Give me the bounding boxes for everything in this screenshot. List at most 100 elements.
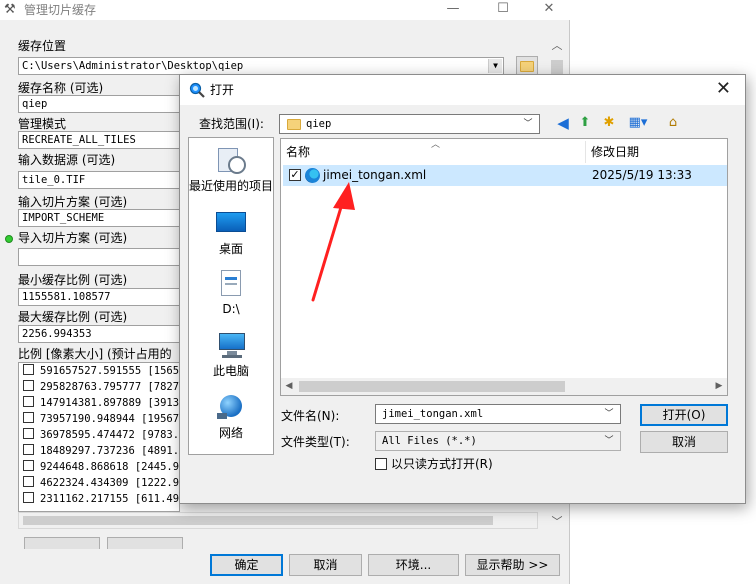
look-in-label: 查找范围(I): bbox=[199, 117, 264, 131]
select-all-button[interactable] bbox=[24, 537, 100, 549]
cache-location-value: C:\Users\Administrator\Desktop\qiep bbox=[22, 60, 244, 72]
chevron-left-icon[interactable]: ◀ bbox=[281, 378, 297, 394]
place-this-pc[interactable]: 此电脑 bbox=[189, 331, 273, 379]
file-checkbox[interactable]: ✓ bbox=[289, 169, 301, 181]
file-hscroll-thumb[interactable] bbox=[299, 381, 565, 392]
place-label: D:\ bbox=[222, 302, 240, 316]
manage-mode-label: 管理模式 bbox=[18, 117, 67, 131]
file-list-horizontal-scrollbar[interactable]: ◀ ▶ bbox=[281, 378, 727, 395]
min-scale-field[interactable]: 1155581.108577 bbox=[18, 288, 183, 306]
table-row[interactable]: ✓ jimei_tongan.xml 2025/5/19 13:33 bbox=[283, 165, 727, 186]
minimize-button[interactable]: — bbox=[436, 0, 470, 20]
cache-name-label: 缓存名称 (可选) bbox=[18, 81, 104, 95]
view-menu-icon[interactable]: ▦▾ bbox=[624, 114, 652, 132]
import-scheme-field[interactable] bbox=[18, 248, 183, 266]
place-desktop[interactable]: 桌面 bbox=[189, 209, 273, 257]
scale-checkbox[interactable] bbox=[23, 460, 34, 471]
place-network[interactable]: 网络 bbox=[189, 393, 273, 441]
cache-name-field[interactable]: qiep bbox=[18, 95, 183, 113]
chevron-down-icon[interactable]: ﹀ bbox=[601, 406, 617, 422]
open-button[interactable]: 打开(O) bbox=[640, 404, 728, 426]
readonly-label: 以只读方式打开(R) bbox=[391, 457, 493, 471]
place-recent[interactable]: 最近使用的项目 bbox=[189, 146, 273, 194]
ok-button[interactable]: 确定 bbox=[210, 554, 283, 576]
list-item[interactable]: 4622324.434309 [1222.99 bbox=[23, 475, 179, 491]
scale-checkbox[interactable] bbox=[23, 396, 34, 407]
dialog-title-bar: 打开 ✕ bbox=[180, 75, 745, 105]
home-icon[interactable]: ⌂ bbox=[664, 114, 682, 132]
bg-hscroll-thumb[interactable] bbox=[23, 516, 493, 525]
new-folder-icon[interactable]: ✱ bbox=[600, 114, 618, 132]
file-name: jimei_tongan.xml bbox=[323, 168, 427, 182]
required-indicator-icon bbox=[5, 235, 13, 243]
manage-mode-field[interactable]: RECREATE_ALL_TILES bbox=[18, 131, 183, 149]
dialog-cancel-button[interactable]: 取消 bbox=[640, 431, 728, 453]
filetype-dropdown[interactable]: All Files (*.*) ﹀ bbox=[375, 431, 621, 451]
input-source-label: 输入数据源 (可选) bbox=[18, 153, 116, 167]
scale-checkbox[interactable] bbox=[23, 492, 34, 503]
bg-window-title: 管理切片缓存 bbox=[24, 3, 97, 17]
import-scheme-label: 导入切片方案 (可选) bbox=[18, 231, 128, 245]
recent-icon bbox=[215, 146, 247, 176]
chevron-down-icon[interactable]: ﹀ bbox=[549, 514, 565, 530]
computer-icon bbox=[215, 331, 247, 361]
scale-checkbox[interactable] bbox=[23, 444, 34, 455]
chevron-down-icon[interactable]: ﹀ bbox=[601, 433, 617, 449]
list-item[interactable]: 295828763.795777 [78271 bbox=[23, 379, 179, 395]
chevron-up-icon[interactable]: ︿ bbox=[549, 38, 565, 54]
chevron-down-icon[interactable]: ▼ bbox=[488, 59, 502, 73]
hammer-icon: ⚒ bbox=[4, 2, 16, 17]
list-item[interactable]: 147914381.897889 [39135 bbox=[23, 395, 179, 411]
bg-title-bar: ⚒ 管理切片缓存 — ☐ ✕ bbox=[0, 0, 570, 20]
place-drive-d[interactable]: D:\ bbox=[189, 269, 273, 317]
back-icon[interactable]: ◀ bbox=[554, 114, 572, 132]
up-folder-icon[interactable]: ⬆ bbox=[576, 114, 594, 132]
browse-folder-button[interactable] bbox=[516, 56, 538, 76]
file-modified: 2025/5/19 13:33 bbox=[592, 168, 692, 182]
scales-label: 比例 [像素大小] (预计占用的 bbox=[18, 347, 172, 361]
chevron-right-icon[interactable]: ▶ bbox=[711, 378, 727, 394]
scale-checkbox[interactable] bbox=[23, 380, 34, 391]
unselect-all-button[interactable] bbox=[107, 537, 183, 549]
look-in-dropdown[interactable]: qiep ﹀ bbox=[279, 114, 540, 134]
filename-input[interactable]: jimei_tongan.xml ﹀ bbox=[375, 404, 621, 424]
scale-checkbox[interactable] bbox=[23, 428, 34, 439]
cache-location-label: 缓存位置 bbox=[18, 39, 67, 53]
environments-button[interactable]: 环境... bbox=[368, 554, 459, 576]
sort-ascending-icon: ︿ bbox=[431, 140, 441, 150]
scale-checkbox[interactable] bbox=[23, 364, 34, 375]
close-icon[interactable]: ✕ bbox=[716, 79, 731, 99]
min-scale-label: 最小缓存比例 (可选) bbox=[18, 273, 128, 287]
max-scale-field[interactable]: 2256.994353 bbox=[18, 325, 183, 343]
maximize-button[interactable]: ☐ bbox=[486, 0, 520, 20]
max-scale-label: 最大缓存比例 (可选) bbox=[18, 310, 128, 324]
input-scheme-field[interactable]: IMPORT_SCHEME bbox=[18, 209, 183, 227]
bg-horizontal-scrollbar[interactable] bbox=[18, 512, 538, 529]
folder-open-icon bbox=[520, 61, 534, 72]
cancel-button[interactable]: 取消 bbox=[289, 554, 362, 576]
place-label: 此电脑 bbox=[212, 364, 249, 378]
list-item[interactable]: 73957190.948944 [19567. bbox=[23, 411, 179, 427]
close-button[interactable]: ✕ bbox=[532, 0, 566, 20]
input-scheme-label: 输入切片方案 (可选) bbox=[18, 195, 128, 209]
column-header-name[interactable]: 名称 bbox=[281, 139, 310, 165]
show-help-button[interactable]: 显示帮助 >> bbox=[465, 554, 560, 576]
list-item[interactable]: 591657527.591555 [15654 bbox=[23, 363, 179, 379]
readonly-checkbox[interactable] bbox=[375, 458, 387, 470]
list-item[interactable]: 9244648.868618 [2445.98 bbox=[23, 459, 179, 475]
filename-value: jimei_tongan.xml bbox=[382, 408, 484, 420]
column-header-modified[interactable]: 修改日期 bbox=[586, 139, 639, 165]
cache-location-field[interactable]: C:\Users\Administrator\Desktop\qiep ▼ bbox=[18, 57, 504, 75]
filetype-value: All Files (*.*) bbox=[382, 435, 477, 447]
list-item[interactable]: 18489297.737236 [4891.9 bbox=[23, 443, 179, 459]
dialog-title: 打开 bbox=[210, 83, 235, 97]
input-source-field[interactable]: tile_0.TIF bbox=[18, 171, 183, 189]
file-list[interactable]: ︿ 名称 修改日期 ✓ jimei_tongan.xml 2025/5/19 1… bbox=[280, 138, 728, 396]
scale-checkbox[interactable] bbox=[23, 412, 34, 423]
scale-checkbox[interactable] bbox=[23, 476, 34, 487]
list-item[interactable]: 2311162.217155 [611.496 bbox=[23, 491, 179, 507]
place-label: 最近使用的项目 bbox=[189, 179, 274, 193]
chevron-down-icon[interactable]: ﹀ bbox=[520, 116, 536, 132]
scale-list[interactable]: 591657527.591555 [15654 295828763.795777… bbox=[18, 362, 180, 512]
list-item[interactable]: 36978595.474472 [9783.9 bbox=[23, 427, 179, 443]
